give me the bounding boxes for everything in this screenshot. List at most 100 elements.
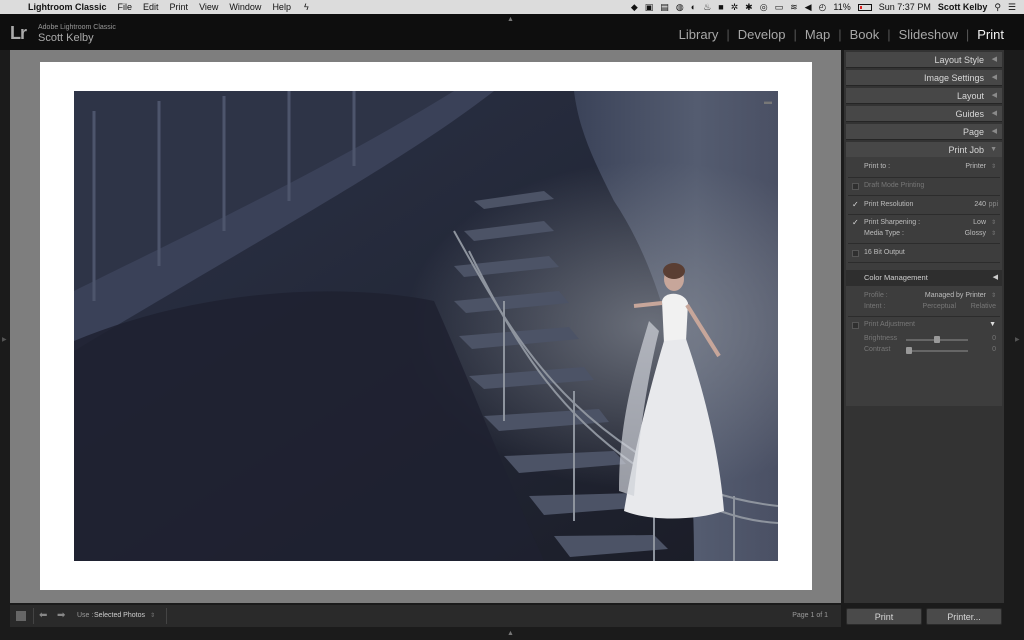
bit16-row[interactable]: 16 Bit Output <box>846 248 1002 260</box>
menu-file[interactable]: File <box>118 2 133 12</box>
sync-icon[interactable]: ◎ <box>760 2 768 13</box>
module-library[interactable]: Library <box>671 27 727 42</box>
divider <box>848 316 1000 317</box>
print-sharpening-value[interactable]: Low <box>973 219 986 226</box>
view-mode-icon[interactable] <box>16 611 26 621</box>
panel-layout-label: Layout <box>956 91 984 101</box>
module-develop[interactable]: Develop <box>730 27 794 42</box>
expand-arrow-icon[interactable]: ▼ <box>989 321 996 328</box>
collapse-arrow-icon[interactable]: ◀ <box>992 106 997 122</box>
status-icon-gear[interactable]: ✲ <box>731 2 739 13</box>
bit16-checkbox[interactable] <box>852 250 859 257</box>
status-icon-drop[interactable]: ◐ <box>691 2 696 12</box>
left-panel-toggle-icon[interactable]: ▶ <box>2 336 7 343</box>
updown-icon[interactable]: ⇕ <box>150 612 155 619</box>
updown-icon[interactable]: ⇕ <box>991 292 996 299</box>
collapse-arrow-icon[interactable]: ◀ <box>992 124 997 140</box>
menu-print[interactable]: Print <box>170 2 189 12</box>
panel-image-settings[interactable]: Image Settings ◀ <box>846 70 1002 86</box>
contrast-slider[interactable] <box>906 347 968 354</box>
panel-layout-style[interactable]: Layout Style ◀ <box>846 52 1002 68</box>
menu-clock[interactable]: Sun 7:37 PM <box>879 2 931 12</box>
print-button[interactable]: Print <box>846 608 922 625</box>
module-print[interactable]: Print <box>969 27 1012 42</box>
menu-help[interactable]: Help <box>272 2 291 12</box>
print-resolution-value[interactable]: 240 <box>974 201 986 208</box>
updown-icon[interactable]: ⇕ <box>991 219 996 226</box>
volume-icon[interactable]: ◀ <box>805 2 812 13</box>
module-book[interactable]: Book <box>842 27 888 42</box>
menu-window[interactable]: Window <box>229 2 261 12</box>
media-type-row[interactable]: Media Type : Glossy ⇕ <box>846 229 1002 241</box>
print-to-label: Print to : <box>864 163 891 170</box>
status-icon-square[interactable]: ■ <box>718 2 723 12</box>
divider <box>848 195 1000 196</box>
check-icon[interactable]: ✓ <box>852 200 859 209</box>
photo-cell[interactable]: ▬ <box>74 91 778 561</box>
media-type-value[interactable]: Glossy <box>965 230 986 237</box>
status-icon-flame[interactable]: ♨ <box>703 2 711 13</box>
notification-center-icon[interactable]: ☰ <box>1008 2 1016 13</box>
brightness-value[interactable]: 0 <box>992 335 996 342</box>
brightness-slider[interactable] <box>906 336 968 343</box>
contrast-value[interactable]: 0 <box>992 346 996 353</box>
module-map[interactable]: Map <box>797 27 838 42</box>
panel-guides[interactable]: Guides ◀ <box>846 106 1002 122</box>
collapse-arrow-icon[interactable]: ◀ <box>992 88 997 104</box>
bit16-label: 16 Bit Output <box>864 249 905 256</box>
spotlight-icon[interactable]: ⚲ <box>994 2 1001 13</box>
divider <box>848 243 1000 244</box>
intent-row[interactable]: Intent : Perceptual Relative <box>846 302 1002 314</box>
status-icon-bi[interactable]: ▣ <box>645 2 654 13</box>
collapse-arrow-icon[interactable]: ◀ <box>992 70 997 86</box>
check-icon[interactable]: ✓ <box>852 218 859 227</box>
airplay-icon[interactable]: ▭ <box>775 2 784 13</box>
bluetooth-icon[interactable]: ✱ <box>745 2 753 13</box>
print-resolution-row[interactable]: ✓ Print Resolution 240 ppi <box>846 200 1002 212</box>
status-icon-box[interactable]: ▤ <box>660 2 669 13</box>
wifi-icon[interactable]: ≋ <box>790 2 798 13</box>
profile-value[interactable]: Managed by Printer <box>925 292 986 299</box>
collapse-arrow-icon[interactable]: ◀ <box>992 52 997 68</box>
color-management-header[interactable]: Color Management ◀ <box>846 270 1002 286</box>
next-page-icon[interactable]: ➡ <box>57 610 65 621</box>
brightness-slider-knob[interactable] <box>934 336 940 343</box>
print-adjustment-checkbox[interactable] <box>852 322 859 329</box>
collapse-arrow-icon[interactable]: ◀ <box>993 273 998 281</box>
draft-mode-row[interactable]: Draft Mode Printing <box>846 181 1002 193</box>
toolbar: ⬅ ➡ Use : Selected Photos ⇕ Page 1 of 1 <box>10 605 841 627</box>
status-icon-circle[interactable]: ◍ <box>676 2 684 13</box>
updown-icon[interactable]: ⇕ <box>991 230 996 237</box>
expand-arrow-icon[interactable]: ▼ <box>990 142 997 158</box>
previous-page-icon[interactable]: ⬅ <box>39 610 47 621</box>
menu-edit[interactable]: Edit <box>143 2 159 12</box>
draft-mode-checkbox[interactable] <box>852 183 859 190</box>
intent-perceptual[interactable]: Perceptual <box>923 303 956 310</box>
panel-print-job[interactable]: Print Job ▼ <box>846 142 1002 158</box>
cell-handle-icon[interactable]: ▬ <box>764 97 772 106</box>
time-machine-icon[interactable]: ◴ <box>819 2 827 13</box>
intent-relative[interactable]: Relative <box>971 303 996 310</box>
contrast-slider-knob[interactable] <box>906 347 912 354</box>
print-to-row[interactable]: Print to : Printer ⇕ <box>846 162 1002 174</box>
module-slideshow[interactable]: Slideshow <box>891 27 966 42</box>
contrast-row[interactable]: Contrast 0 <box>846 345 1002 357</box>
panel-layout[interactable]: Layout ◀ <box>846 88 1002 104</box>
menu-user[interactable]: Scott Kelby <box>938 2 988 12</box>
top-panel-toggle-icon[interactable]: ▲ <box>507 16 514 23</box>
right-panel-toggle-icon[interactable]: ▶ <box>1015 336 1020 343</box>
battery-percent[interactable]: 11% <box>833 2 850 12</box>
print-to-value[interactable]: Printer <box>965 163 986 170</box>
updown-icon[interactable]: ⇕ <box>991 163 996 170</box>
bolt-icon[interactable]: ϟ <box>304 2 309 12</box>
battery-icon[interactable] <box>857 3 872 11</box>
menu-view[interactable]: View <box>199 2 218 12</box>
menu-app-name[interactable]: Lightroom Classic <box>28 2 107 12</box>
print-adjustment-row[interactable]: Print Adjustment ▼ <box>846 320 1002 332</box>
panel-page[interactable]: Page ◀ <box>846 124 1002 140</box>
media-type-label: Media Type : <box>864 230 904 237</box>
use-selector[interactable]: Selected Photos <box>94 612 145 619</box>
printer-button[interactable]: Printer... <box>926 608 1002 625</box>
dropbox-icon[interactable]: ◆ <box>631 2 638 13</box>
bottom-panel-toggle-icon[interactable]: ▲ <box>507 630 514 637</box>
